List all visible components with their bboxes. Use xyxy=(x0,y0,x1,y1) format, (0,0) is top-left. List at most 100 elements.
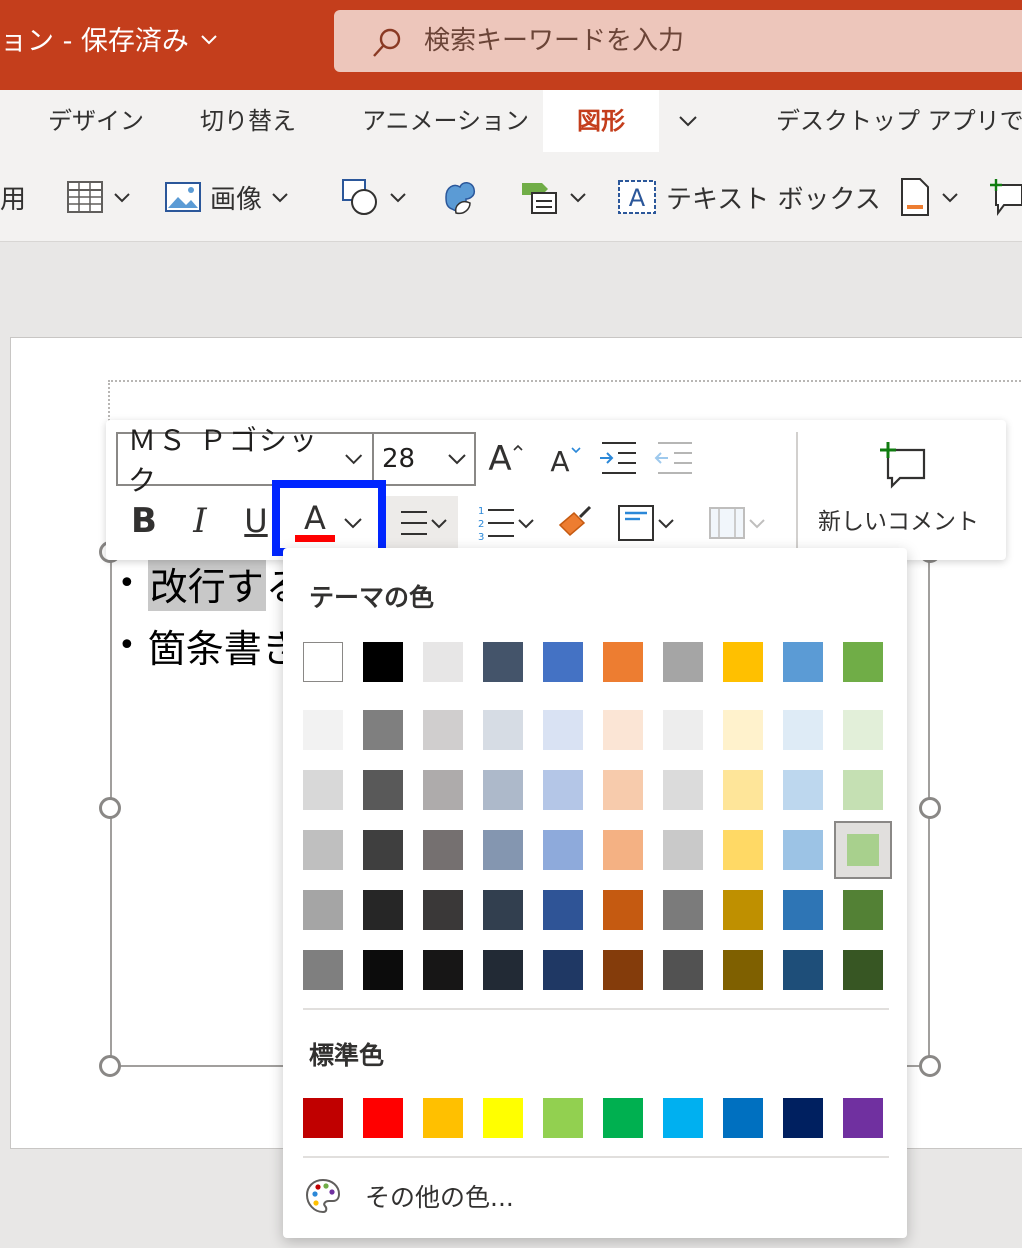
bullet-line-2[interactable]: • 箇条書き xyxy=(118,618,300,673)
standard-color-swatch[interactable] xyxy=(843,1098,883,1138)
theme-color-swatch[interactable] xyxy=(603,642,643,682)
theme-shade-swatch[interactable] xyxy=(843,770,883,810)
tab-animations[interactable]: アニメーション xyxy=(362,90,529,152)
theme-shade-swatch[interactable] xyxy=(483,830,523,870)
theme-shade-swatch[interactable] xyxy=(843,950,883,990)
standard-color-swatch[interactable] xyxy=(723,1098,763,1138)
theme-shade-swatch[interactable] xyxy=(423,770,463,810)
theme-shade-swatch[interactable] xyxy=(423,710,463,750)
insert-image-button[interactable]: 画像 xyxy=(164,152,290,242)
standard-color-swatch[interactable] xyxy=(603,1098,643,1138)
search-box[interactable] xyxy=(334,10,1022,72)
tab-shape[interactable]: 図形 xyxy=(543,90,659,152)
theme-shade-swatch[interactable] xyxy=(783,710,823,750)
theme-shade-swatch[interactable] xyxy=(303,710,343,750)
theme-shade-swatch[interactable] xyxy=(663,950,703,990)
search-input[interactable] xyxy=(424,22,984,60)
theme-color-swatch[interactable] xyxy=(723,642,763,682)
theme-color-swatch[interactable] xyxy=(663,642,703,682)
insert-shapes-button[interactable] xyxy=(340,152,408,242)
theme-shade-swatch[interactable] xyxy=(783,890,823,930)
resize-handle-bottom-left[interactable] xyxy=(99,1055,121,1077)
theme-color-swatch[interactable] xyxy=(783,642,823,682)
insert-smartart-button[interactable] xyxy=(520,152,588,242)
theme-shade-swatch[interactable] xyxy=(603,770,643,810)
theme-shade-swatch[interactable] xyxy=(543,710,583,750)
title-placeholder[interactable] xyxy=(108,380,1022,424)
new-comment-ribbon-button[interactable] xyxy=(990,152,1022,242)
theme-shade-swatch[interactable] xyxy=(843,890,883,930)
theme-shade-swatch[interactable] xyxy=(423,950,463,990)
header-footer-button[interactable] xyxy=(898,152,960,242)
theme-shade-swatch[interactable] xyxy=(603,710,643,750)
shrink-font-button[interactable]: A xyxy=(546,438,586,484)
theme-shade-swatch[interactable] xyxy=(603,950,643,990)
theme-shade-swatch[interactable] xyxy=(723,890,763,930)
theme-shade-swatch[interactable] xyxy=(723,710,763,750)
standard-color-swatch[interactable] xyxy=(363,1098,403,1138)
resize-handle-right[interactable] xyxy=(919,797,941,819)
decrease-indent-button[interactable] xyxy=(652,438,696,478)
theme-shade-swatch[interactable] xyxy=(543,950,583,990)
resize-handle-left[interactable] xyxy=(99,797,121,819)
theme-shade-swatch[interactable] xyxy=(543,830,583,870)
standard-color-swatch[interactable] xyxy=(783,1098,823,1138)
theme-shade-swatch[interactable] xyxy=(363,950,403,990)
bullets-button[interactable] xyxy=(386,496,458,550)
theme-shade-swatch[interactable] xyxy=(483,710,523,750)
new-comment-button[interactable] xyxy=(876,438,930,492)
tab-design[interactable]: デザイン xyxy=(48,90,144,152)
font-name-dropdown[interactable]: ＭＳ Ｐゴシック xyxy=(116,424,374,497)
theme-shade-swatch[interactable] xyxy=(303,950,343,990)
insert-textbox-button[interactable]: A テキスト ボックス xyxy=(616,152,881,242)
standard-color-swatch[interactable] xyxy=(543,1098,583,1138)
format-painter-button[interactable] xyxy=(554,500,598,546)
grow-font-button[interactable]: A xyxy=(484,434,528,484)
theme-shade-swatch[interactable] xyxy=(723,950,763,990)
more-colors-button[interactable]: その他の色... xyxy=(303,1172,514,1220)
theme-shade-swatch[interactable] xyxy=(843,710,883,750)
theme-shade-swatch[interactable] xyxy=(423,890,463,930)
tabs-overflow-button[interactable] xyxy=(676,90,700,152)
theme-shade-swatch[interactable] xyxy=(603,890,643,930)
theme-color-swatch[interactable] xyxy=(843,642,883,682)
standard-color-swatch[interactable] xyxy=(423,1098,463,1138)
theme-shade-swatch[interactable] xyxy=(783,950,823,990)
standard-color-swatch[interactable] xyxy=(483,1098,523,1138)
theme-shade-swatch[interactable] xyxy=(363,830,403,870)
theme-shade-swatch[interactable] xyxy=(543,890,583,930)
theme-shade-swatch[interactable] xyxy=(483,770,523,810)
theme-color-swatch[interactable] xyxy=(543,642,583,682)
theme-shade-swatch[interactable] xyxy=(303,830,343,870)
insert-icons-button[interactable] xyxy=(440,152,480,242)
increase-indent-button[interactable] xyxy=(596,438,640,478)
theme-color-swatch[interactable] xyxy=(423,642,463,682)
theme-shade-swatch[interactable] xyxy=(483,890,523,930)
theme-shade-swatch[interactable] xyxy=(723,830,763,870)
bullet-line-1[interactable]: • 改行する xyxy=(118,556,304,611)
theme-shade-swatch[interactable] xyxy=(423,830,463,870)
text-align-button[interactable] xyxy=(610,500,682,546)
theme-shade-swatch[interactable] xyxy=(723,770,763,810)
theme-shade-swatch[interactable] xyxy=(783,830,823,870)
standard-color-swatch[interactable] xyxy=(663,1098,703,1138)
font-size-dropdown[interactable]: 28 xyxy=(372,432,476,486)
theme-color-swatch[interactable] xyxy=(303,642,343,682)
numbering-button[interactable]: 1 2 3 xyxy=(470,500,542,546)
theme-shade-swatch[interactable] xyxy=(663,770,703,810)
italic-button[interactable]: I xyxy=(178,496,222,546)
theme-shade-swatch[interactable] xyxy=(363,770,403,810)
tab-transitions[interactable]: 切り替え xyxy=(200,90,296,152)
theme-shade-swatch[interactable] xyxy=(783,770,823,810)
theme-shade-swatch[interactable] xyxy=(483,950,523,990)
theme-shade-swatch[interactable] xyxy=(663,890,703,930)
ribbon-partial-command[interactable]: 用 xyxy=(0,152,26,242)
theme-shade-swatch[interactable] xyxy=(303,770,343,810)
theme-shade-swatch[interactable] xyxy=(663,830,703,870)
theme-shade-swatch[interactable] xyxy=(543,770,583,810)
theme-color-swatch[interactable] xyxy=(363,642,403,682)
standard-color-swatch[interactable] xyxy=(303,1098,343,1138)
theme-shade-swatch[interactable] xyxy=(363,710,403,750)
shape-style-button[interactable] xyxy=(700,500,774,546)
insert-table-button[interactable] xyxy=(66,152,132,242)
